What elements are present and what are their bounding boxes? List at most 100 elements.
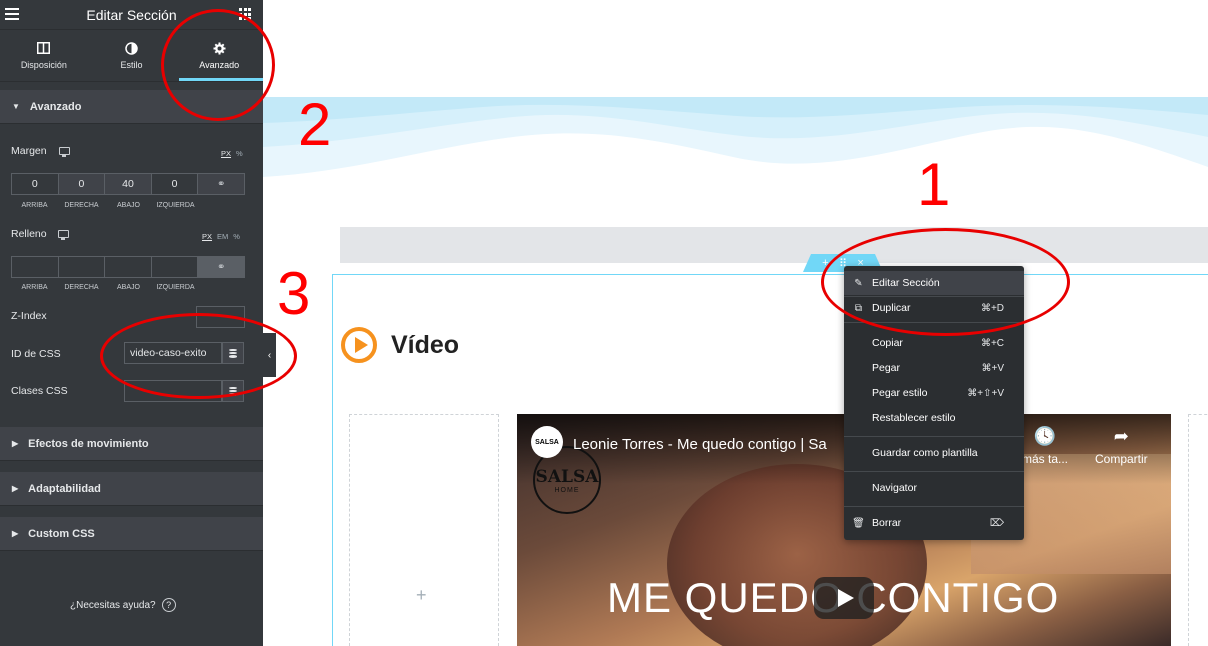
- section-adaptabilidad[interactable]: ▶ Adaptabilidad: [0, 472, 263, 506]
- padding-top-input[interactable]: [12, 257, 59, 277]
- tab-label: Disposición: [20, 60, 67, 70]
- menu-item-borrar[interactable]: 🗑 Borrar ⌦: [844, 511, 1024, 535]
- watch-later-label: más ta...: [1022, 452, 1069, 466]
- side-label: ARRIBA: [21, 284, 48, 291]
- channel-avatar: SALSA: [531, 426, 563, 458]
- menu-item-shortcut: ⌘+V: [981, 362, 1004, 374]
- caret-right-icon: ▶: [12, 439, 19, 448]
- caret-right-icon: ▶: [12, 529, 19, 538]
- layout-icon: [37, 41, 51, 55]
- watch-later-button[interactable]: 🕓 más ta...: [1022, 426, 1068, 466]
- css-classes-label: Clases CSS: [11, 385, 68, 397]
- unit-px[interactable]: PX: [221, 149, 231, 158]
- margin-left-input[interactable]: 0: [151, 174, 199, 194]
- share-button[interactable]: ➦ Compartir: [1095, 426, 1148, 466]
- share-arrow-icon: ➦: [1113, 426, 1129, 446]
- section-custom-css[interactable]: ▶ Custom CSS: [0, 517, 263, 551]
- annotation-number-1: 1: [917, 151, 951, 218]
- wave-shape-divider: [263, 97, 1208, 227]
- menu-item-label: Copiar: [872, 337, 903, 349]
- padding-bottom-input[interactable]: [105, 257, 152, 277]
- padding-right-input[interactable]: [58, 257, 106, 277]
- menu-item-pegar-estilo[interactable]: Pegar estilo ⌘+⇧+V: [844, 381, 1024, 405]
- annotation-circle-2: [161, 9, 275, 121]
- menu-item-pegar[interactable]: Pegar ⌘+V: [844, 356, 1024, 380]
- editor-screen: Editar Sección Disposición Estilo Avanza…: [0, 0, 1208, 646]
- empty-column[interactable]: +: [349, 414, 499, 646]
- section-efectos-movimiento[interactable]: ▶ Efectos de movimiento: [0, 427, 263, 461]
- margin-right-input[interactable]: 0: [58, 174, 106, 194]
- menu-item-label: Navigator: [872, 482, 917, 494]
- help-link[interactable]: ¿Necesitas ayuda? ?: [70, 598, 176, 612]
- logo-main-text: SALSA: [535, 466, 599, 487]
- side-label: IZQUIERDA: [156, 284, 195, 291]
- menu-item-guardar-plantilla[interactable]: Guardar como plantilla: [844, 441, 1024, 465]
- side-label: IZQUIERDA: [156, 202, 195, 209]
- hamburger-menu-icon[interactable]: [5, 8, 19, 20]
- help-text: ¿Necesitas ayuda?: [70, 599, 156, 611]
- heading-text: Vídeo: [391, 330, 460, 359]
- video-play-button[interactable]: [814, 577, 874, 619]
- caret-right-icon: ▶: [12, 484, 19, 493]
- add-widget-icon[interactable]: +: [416, 585, 427, 606]
- menu-item-restablecer-estilo[interactable]: Restablecer estilo: [844, 406, 1024, 430]
- placeholder-strip: [340, 227, 1208, 263]
- empty-column-right[interactable]: [1188, 414, 1208, 646]
- menu-item-label: Restablecer estilo: [872, 412, 956, 424]
- annotation-circle-3: [100, 313, 297, 399]
- margin-units: PX%: [221, 149, 248, 158]
- annotation-number-3: 3: [277, 260, 311, 327]
- side-label: ABAJO: [117, 284, 140, 291]
- contrast-icon: [125, 41, 139, 55]
- margin-top-input[interactable]: 0: [12, 174, 59, 194]
- desktop-icon[interactable]: [59, 147, 70, 157]
- unit-em[interactable]: EM: [217, 232, 228, 241]
- menu-item-shortcut: ⌦: [989, 517, 1004, 529]
- section-title: Custom CSS: [28, 527, 95, 540]
- unit-percent[interactable]: %: [233, 232, 240, 241]
- padding-units: PX EM%: [202, 232, 245, 241]
- desktop-icon[interactable]: [58, 230, 69, 240]
- margin-inputs: 0 0 40 0 ⚭: [11, 173, 245, 195]
- unit-px[interactable]: PX: [202, 232, 212, 241]
- link-values-icon[interactable]: ⚭: [198, 257, 244, 277]
- caret-down-icon: ▼: [12, 102, 20, 111]
- tab-disposicion[interactable]: Disposición: [0, 30, 88, 81]
- padding-inputs: ⚭: [11, 256, 245, 278]
- menu-item-label: Borrar: [872, 517, 902, 529]
- section-title: Avanzado: [29, 100, 82, 113]
- margin-bottom-input[interactable]: 40: [105, 174, 152, 194]
- menu-divider: [844, 436, 1024, 437]
- margin-side-labels: ARRIBA DERECHA ABAJO IZQUIERDA: [11, 202, 245, 209]
- section-title: Efectos de movimiento: [28, 437, 149, 450]
- menu-item-navigator[interactable]: Navigator: [844, 476, 1024, 500]
- section-title: Adaptabilidad: [28, 482, 101, 495]
- unit-percent[interactable]: %: [236, 149, 243, 158]
- menu-item-label: Pegar: [872, 362, 901, 374]
- padding-label: Relleno: [11, 228, 47, 240]
- video-heading: Vídeo: [341, 327, 459, 363]
- menu-item-shortcut: ⌘+⇧+V: [967, 387, 1004, 399]
- menu-item-label: Guardar como plantilla: [872, 447, 978, 459]
- trash-icon: 🗑: [852, 517, 865, 529]
- question-icon: ?: [161, 598, 176, 612]
- side-label: ARRIBA: [21, 202, 48, 209]
- side-label: DERECHA: [64, 284, 99, 291]
- video-title[interactable]: Leonie Torres - Me quedo contigo | Sa: [573, 436, 827, 453]
- panel-title: Editar Sección: [86, 6, 177, 23]
- padding-left-input[interactable]: [151, 257, 199, 277]
- menu-item-shortcut: ⌘+C: [980, 337, 1004, 349]
- play-circle-icon: [341, 327, 377, 363]
- menu-item-label: Pegar estilo: [872, 387, 928, 399]
- padding-side-labels: ARRIBA DERECHA ABAJO IZQUIERDA: [11, 284, 245, 291]
- side-label: DERECHA: [64, 202, 99, 209]
- tab-label: Estilo: [120, 60, 143, 70]
- menu-divider: [844, 506, 1024, 507]
- logo-sub-text: HOME: [554, 486, 580, 494]
- clock-icon: 🕓: [1033, 426, 1057, 446]
- annotation-circle-1: [821, 228, 1070, 336]
- zindex-label: Z-Index: [11, 310, 47, 322]
- menu-divider: [844, 471, 1024, 472]
- link-values-icon[interactable]: ⚭: [198, 174, 244, 194]
- css-id-label: ID de CSS: [11, 348, 61, 360]
